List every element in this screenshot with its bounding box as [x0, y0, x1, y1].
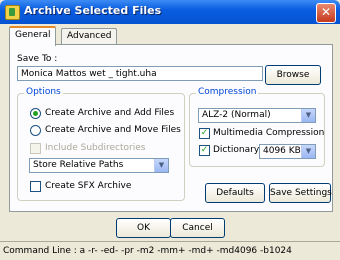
dictionary-label: Dictionary	[213, 145, 260, 155]
tab-general[interactable]: General	[9, 26, 57, 46]
save-settings-button[interactable]: Save Settings	[269, 183, 332, 203]
archive-app-icon	[5, 5, 20, 20]
compression-method-select[interactable]: ALZ-2 (Normal) ▼	[198, 108, 316, 123]
cancel-button[interactable]: Cancel	[170, 218, 225, 238]
window-title: Archive Selected Files	[24, 4, 162, 17]
path-mode-value: Store Relative Paths	[33, 160, 124, 170]
browse-button[interactable]: Browse	[265, 65, 321, 85]
create-add-radio[interactable]	[30, 108, 41, 119]
chevron-down-icon: ▼	[301, 109, 315, 122]
compression-group-title: Compression	[196, 87, 259, 97]
chevron-down-icon: ▼	[301, 145, 315, 158]
tab-advanced[interactable]: Advanced	[61, 28, 118, 44]
title-bar[interactable]: Archive Selected Files ✕	[0, 0, 340, 24]
create-add-label: Create Archive and Add Files	[45, 108, 175, 118]
sfx-checkbox[interactable]	[30, 181, 41, 192]
options-group-title: Options	[24, 87, 63, 97]
dictionary-checkbox[interactable]: ✓	[199, 145, 210, 156]
multimedia-checkbox[interactable]: ✓	[199, 128, 210, 139]
ok-button[interactable]: OK	[116, 218, 171, 238]
sfx-label: Create SFX Archive	[45, 181, 132, 191]
compression-method-value: ALZ-2 (Normal)	[202, 110, 271, 120]
dictionary-size-select[interactable]: 4096 KB ▼	[259, 144, 316, 159]
defaults-button[interactable]: Defaults	[205, 183, 265, 203]
close-button[interactable]: ✕	[316, 3, 336, 23]
command-line-status: Command Line : a -r- -ed- -pr -m2 -mm+ -…	[0, 241, 340, 260]
path-mode-select[interactable]: Store Relative Paths ▼	[29, 158, 169, 173]
options-group: Options Create Archive and Add Files Cre…	[17, 87, 185, 201]
archive-dialog: Archive Selected Files ✕ General Advance…	[0, 0, 340, 260]
save-to-label: Save To :	[17, 54, 58, 64]
chevron-down-icon: ▼	[154, 159, 168, 172]
dictionary-size-value: 4096 KB	[263, 146, 301, 156]
save-to-input[interactable]: Monica Mattos wet _ tight.uha	[17, 66, 263, 81]
include-subdirs-label: Include Subdirectories	[45, 143, 146, 153]
multimedia-label: Multimedia Compression	[213, 128, 325, 138]
include-subdirs-checkbox[interactable]	[30, 143, 41, 154]
general-panel: Save To : Monica Mattos wet _ tight.uha …	[9, 44, 333, 212]
create-move-radio[interactable]	[30, 125, 41, 136]
compression-group: Compression ALZ-2 (Normal) ▼ ✓ Multimedi…	[189, 87, 325, 167]
create-move-label: Create Archive and Move Files	[45, 125, 181, 135]
